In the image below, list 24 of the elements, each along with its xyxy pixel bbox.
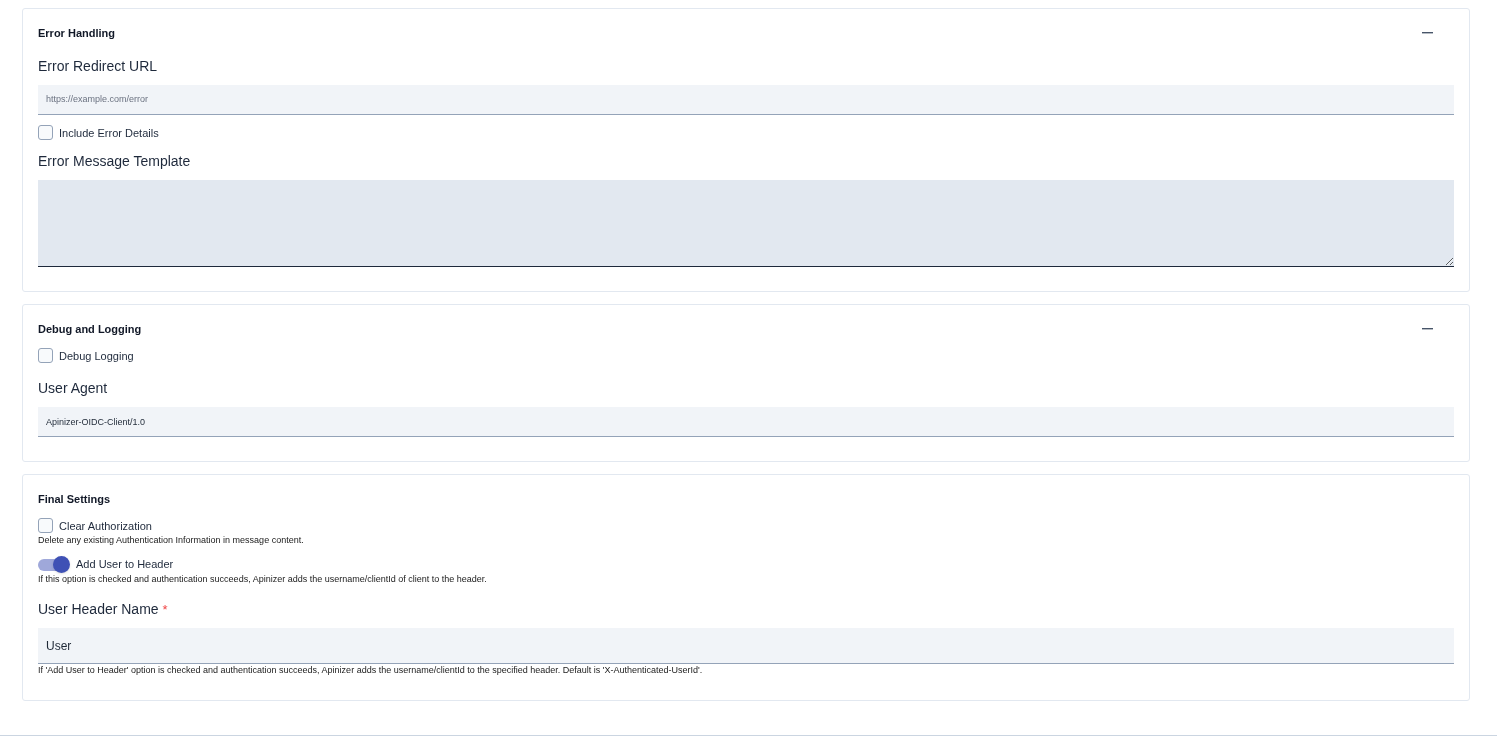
help-text: If this option is checked and authentication succeeds, Apinizer adds the username/clientId of client to the header. <box>38 573 487 585</box>
help-text: Delete any existing Authentication Information in message content. <box>38 534 304 546</box>
checkbox-label: Clear Authorization <box>59 518 152 534</box>
collapse-icon[interactable] <box>1422 32 1433 35</box>
text-field[interactable]: Apinizer-OIDC-Client/1.0 <box>38 407 1454 437</box>
checkbox[interactable] <box>38 125 53 141</box>
field-label: User Header Name <box>38 600 159 619</box>
checkbox-label: Debug Logging <box>59 348 134 364</box>
help-text: If 'Add User to Header' option is checked and authentication succeeds, Apinizer adds the username/clientId to the specified header. Default is 'X-Authenticated-UserId'. <box>38 664 703 676</box>
checkbox[interactable] <box>38 518 53 534</box>
text-field[interactable]: https://example.com/error <box>38 84 1454 115</box>
checkbox[interactable] <box>38 348 53 364</box>
field-label: Error Message Template <box>38 152 191 171</box>
field-label: Error Redirect URL <box>38 56 158 76</box>
panel-title: Debug and Logging <box>38 322 142 337</box>
toggle-switch[interactable] <box>38 556 70 573</box>
checkbox-label: Include Error Details <box>59 125 159 141</box>
required-asterisk: * <box>162 600 168 619</box>
field-label: User Agent <box>38 379 108 398</box>
text-field[interactable]: User <box>38 628 1454 664</box>
toggle-label: Add User to Header <box>76 557 174 573</box>
collapse-icon[interactable] <box>1422 328 1433 331</box>
panel-title: Error Handling <box>38 26 115 41</box>
panel-title: Final Settings <box>38 492 111 507</box>
